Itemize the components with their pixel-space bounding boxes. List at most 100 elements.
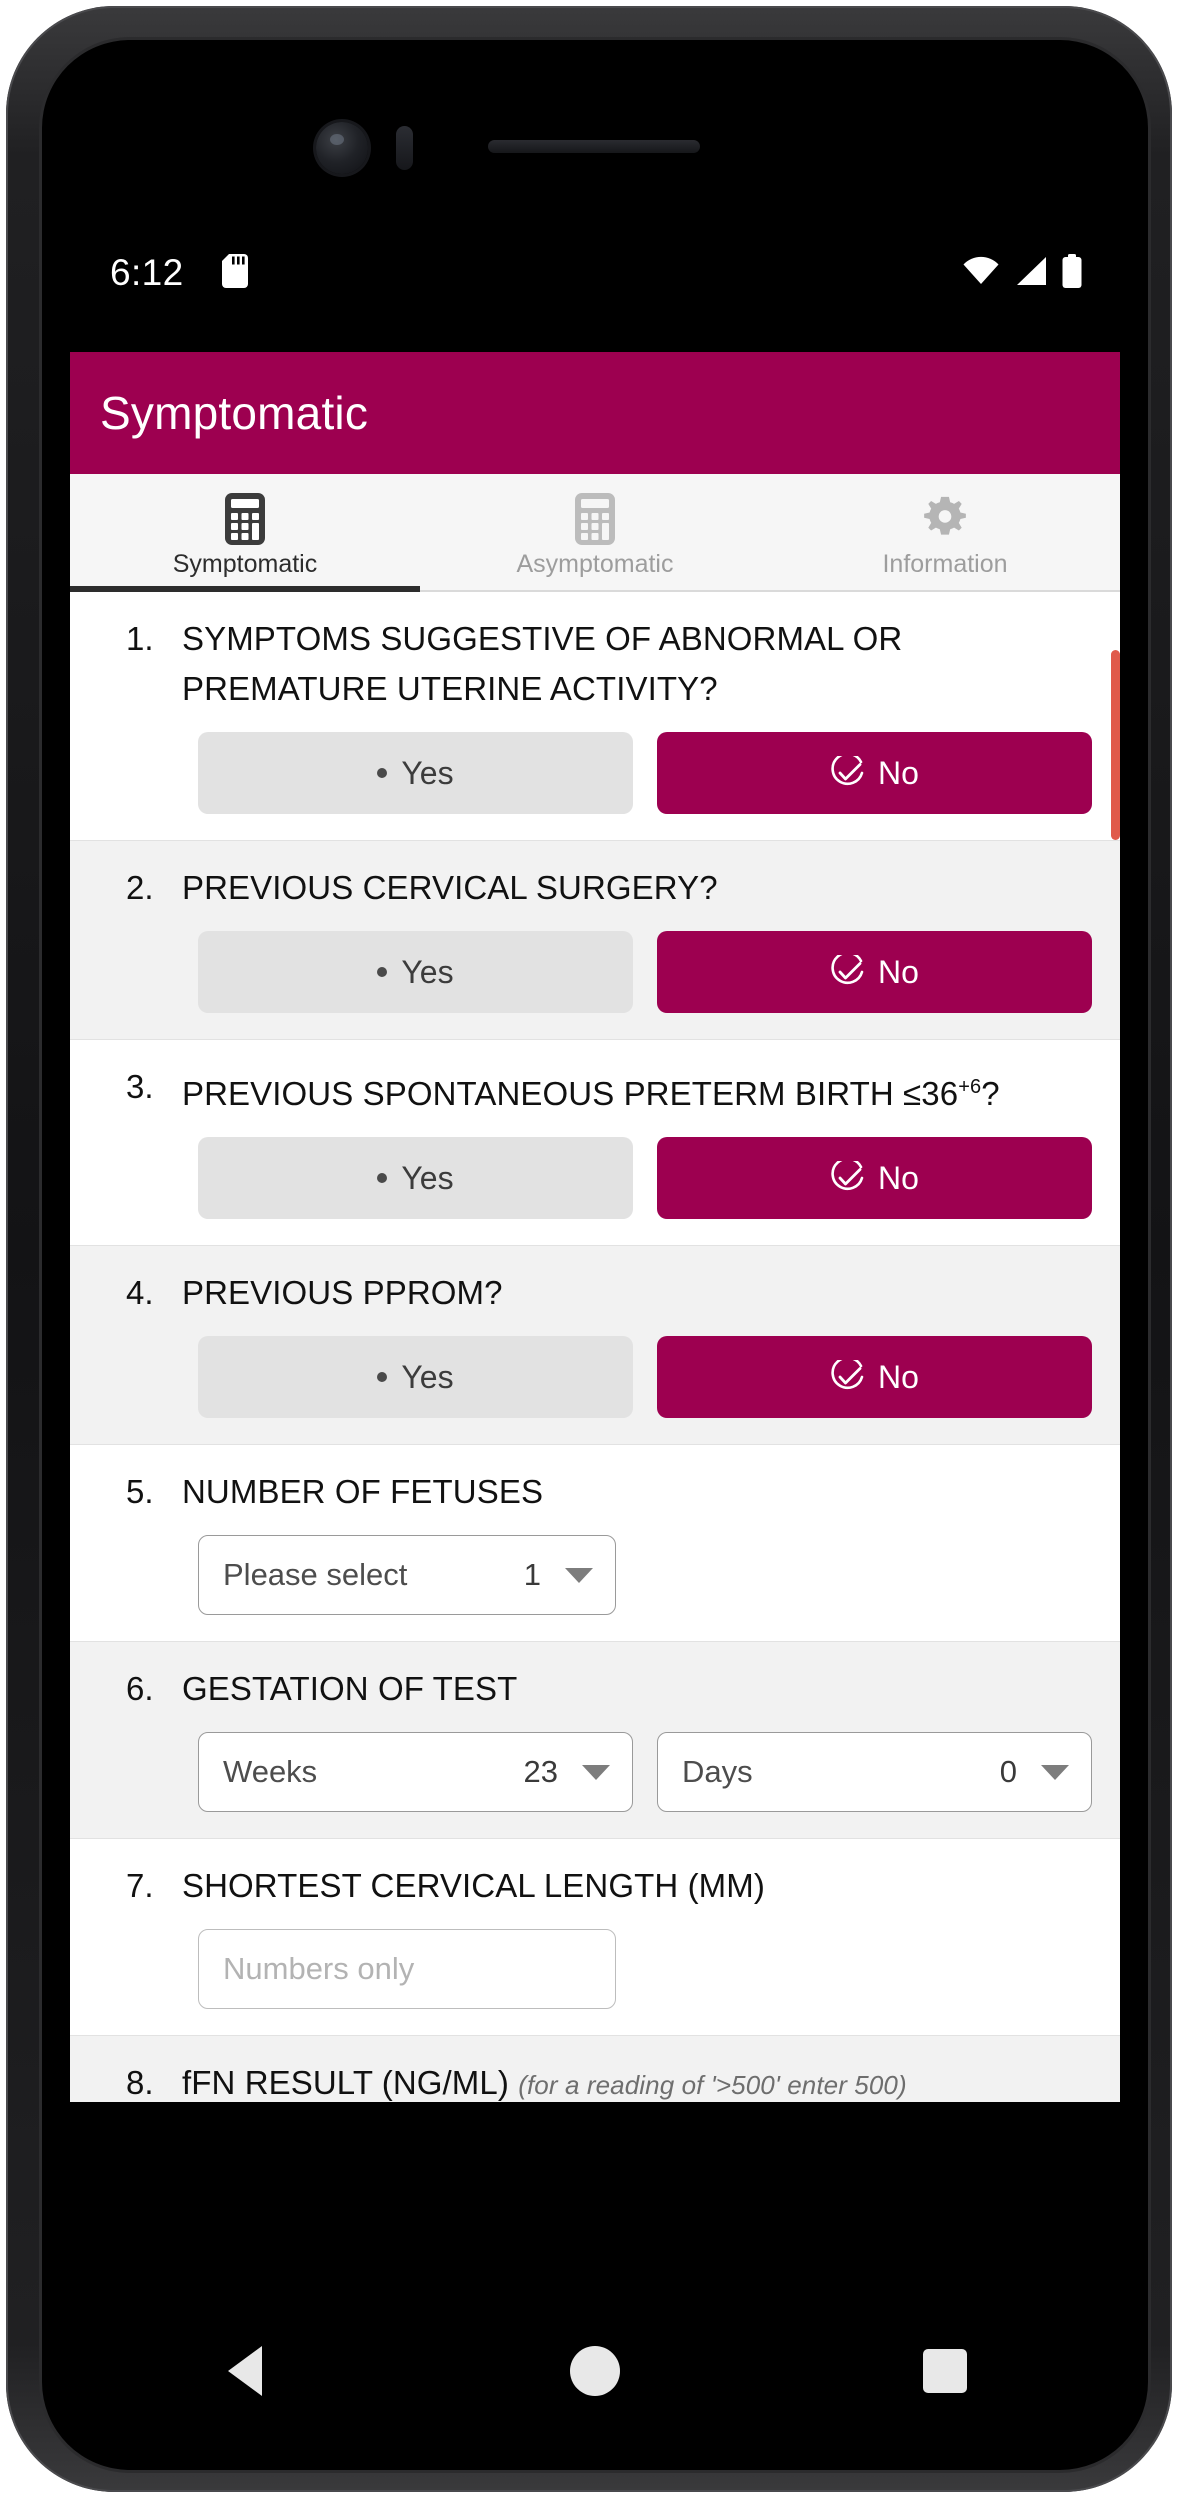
question-note: (for a reading of '>500' enter 500) bbox=[518, 2070, 907, 2100]
select-value: 1 bbox=[523, 1557, 541, 1592]
signal-icon bbox=[1017, 257, 1046, 285]
earpiece-speaker-icon bbox=[488, 140, 700, 153]
question-row-1: 1. SYMPTOMS SUGGESTIVE OF ABNORMAL OR PR… bbox=[70, 592, 1120, 841]
question-number: 6. bbox=[126, 1670, 154, 1707]
tab-asymptomatic[interactable]: Asymptomatic bbox=[420, 474, 770, 590]
button-label: No bbox=[878, 754, 919, 791]
question-row-8: 8. fFN RESULT (NG/ML) (for a reading of … bbox=[70, 2036, 1120, 2102]
phone-bezel: 6:12 Symptomatic Symptomatic Asymptomati… bbox=[42, 40, 1148, 2470]
question-text-tail: ? bbox=[981, 1075, 1000, 1112]
question-number: 3. bbox=[126, 1068, 154, 1105]
question-text-superscript: +6 bbox=[958, 1076, 982, 1098]
question-number: 7. bbox=[126, 1867, 154, 1904]
chevron-down-icon bbox=[582, 1764, 610, 1780]
question-text: fFN RESULT (NG/ML) (for a reading of '>5… bbox=[182, 2058, 907, 2102]
question-text-main: fFN RESULT (NG/ML) bbox=[182, 2064, 509, 2101]
wifi-icon bbox=[963, 256, 999, 284]
question-text: NUMBER OF FETUSES bbox=[182, 1473, 544, 1510]
question-number: 5. bbox=[126, 1473, 154, 1510]
phone-sensor-area bbox=[70, 70, 1120, 210]
question-row-5: 5. NUMBER OF FETUSES Please select 1 bbox=[70, 1445, 1120, 1642]
select-label: Please select bbox=[223, 1557, 408, 1592]
battery-icon bbox=[1062, 254, 1082, 288]
nav-back-button[interactable] bbox=[210, 2336, 280, 2406]
check-circle-icon bbox=[831, 955, 864, 985]
question-1-yes-button[interactable]: Yes bbox=[198, 732, 633, 814]
question-2-no-button[interactable]: No bbox=[657, 931, 1092, 1013]
question-text: SHORTEST CERVICAL LENGTH (MM) bbox=[182, 1867, 765, 1904]
select-value: 23 bbox=[523, 1754, 558, 1789]
chevron-down-icon bbox=[1041, 1764, 1069, 1780]
question-row-4: 4. PREVIOUS PPROM? Yes No bbox=[70, 1246, 1120, 1445]
front-camera-icon bbox=[316, 122, 368, 174]
gestation-days-select[interactable]: Days 0 bbox=[657, 1732, 1092, 1812]
question-3-no-button[interactable]: No bbox=[657, 1137, 1092, 1219]
nav-recents-button[interactable] bbox=[910, 2336, 980, 2406]
button-label: No bbox=[878, 1358, 919, 1395]
check-circle-icon bbox=[831, 1360, 864, 1390]
select-value: 0 bbox=[999, 1754, 1017, 1789]
calculator-icon bbox=[575, 492, 615, 545]
select-label: Days bbox=[682, 1754, 753, 1789]
tab-label-symptomatic: Symptomatic bbox=[172, 549, 318, 578]
back-icon bbox=[228, 2346, 262, 2396]
chevron-down-icon bbox=[565, 1567, 593, 1583]
radio-dot-icon bbox=[377, 1372, 388, 1382]
question-text: PREVIOUS SPONTANEOUS PRETERM BIRTH ≤36+6… bbox=[182, 1062, 1000, 1119]
status-bar: 6:12 bbox=[70, 210, 1120, 352]
cervical-length-input[interactable]: Numbers only bbox=[198, 1929, 616, 2009]
question-2-yes-button[interactable]: Yes bbox=[198, 931, 633, 1013]
question-text: PREVIOUS PPROM? bbox=[182, 1274, 503, 1311]
button-label: No bbox=[878, 1159, 919, 1196]
screenshot-root: 6:12 Symptomatic Symptomatic Asymptomati… bbox=[0, 0, 1178, 2498]
phone-chassis: 6:12 Symptomatic Symptomatic Asymptomati… bbox=[6, 6, 1172, 2492]
question-number: 4. bbox=[126, 1274, 154, 1311]
question-text: SYMPTOMS SUGGESTIVE OF ABNORMAL OR PREMA… bbox=[182, 620, 903, 707]
check-circle-icon bbox=[831, 756, 864, 786]
sensor-strip-icon bbox=[396, 126, 413, 170]
radio-dot-icon bbox=[377, 1173, 388, 1183]
tab-information[interactable]: Information bbox=[770, 474, 1120, 590]
tab-symptomatic[interactable]: Symptomatic bbox=[70, 474, 420, 592]
question-row-3: 3. PREVIOUS SPONTANEOUS PRETERM BIRTH ≤3… bbox=[70, 1040, 1120, 1246]
question-list: 1. SYMPTOMS SUGGESTIVE OF ABNORMAL OR PR… bbox=[70, 592, 1120, 2102]
input-placeholder: Numbers only bbox=[223, 1951, 415, 1986]
button-label: Yes bbox=[401, 754, 454, 791]
question-text-main: PREVIOUS SPONTANEOUS PRETERM BIRTH ≤36 bbox=[182, 1075, 959, 1112]
question-number: 1. bbox=[126, 620, 154, 657]
button-label: Yes bbox=[401, 1358, 454, 1395]
sd-card-icon bbox=[222, 254, 248, 288]
gear-icon bbox=[924, 496, 966, 535]
gestation-weeks-select[interactable]: Weeks 23 bbox=[198, 1732, 633, 1812]
button-label: Yes bbox=[401, 1159, 454, 1196]
app-bar: Symptomatic bbox=[70, 352, 1120, 474]
question-row-2: 2. PREVIOUS CERVICAL SURGERY? Yes No bbox=[70, 841, 1120, 1040]
button-label: Yes bbox=[401, 953, 454, 990]
question-number: 2. bbox=[126, 869, 154, 906]
select-label: Weeks bbox=[223, 1754, 318, 1789]
question-3-yes-button[interactable]: Yes bbox=[198, 1137, 633, 1219]
tab-label-asymptomatic: Asymptomatic bbox=[516, 549, 674, 578]
calculator-icon bbox=[225, 492, 265, 545]
check-circle-icon bbox=[831, 1161, 864, 1191]
tab-label-information: Information bbox=[882, 549, 1008, 578]
home-icon bbox=[570, 2346, 620, 2396]
radio-dot-icon bbox=[377, 768, 388, 778]
tab-bar: Symptomatic Asymptomatic Information bbox=[70, 474, 1120, 592]
phone-screen: 6:12 Symptomatic Symptomatic Asymptomati… bbox=[70, 70, 1120, 2440]
status-bar-clock: 6:12 bbox=[110, 252, 184, 293]
question-text: PREVIOUS CERVICAL SURGERY? bbox=[182, 869, 718, 906]
question-row-6: 6. GESTATION OF TEST Weeks 23 Days 0 bbox=[70, 1642, 1120, 1839]
number-of-fetuses-select[interactable]: Please select 1 bbox=[198, 1535, 616, 1615]
recents-icon bbox=[923, 2349, 967, 2393]
question-text: GESTATION OF TEST bbox=[182, 1670, 518, 1707]
button-label: No bbox=[878, 953, 919, 990]
question-4-yes-button[interactable]: Yes bbox=[198, 1336, 633, 1418]
status-bar-icons bbox=[962, 254, 1082, 288]
radio-dot-icon bbox=[377, 967, 388, 977]
page-title: Symptomatic bbox=[100, 387, 369, 439]
android-navigation-bar bbox=[70, 2302, 1120, 2440]
nav-home-button[interactable] bbox=[560, 2336, 630, 2406]
question-1-no-button[interactable]: No bbox=[657, 732, 1092, 814]
question-4-no-button[interactable]: No bbox=[657, 1336, 1092, 1418]
